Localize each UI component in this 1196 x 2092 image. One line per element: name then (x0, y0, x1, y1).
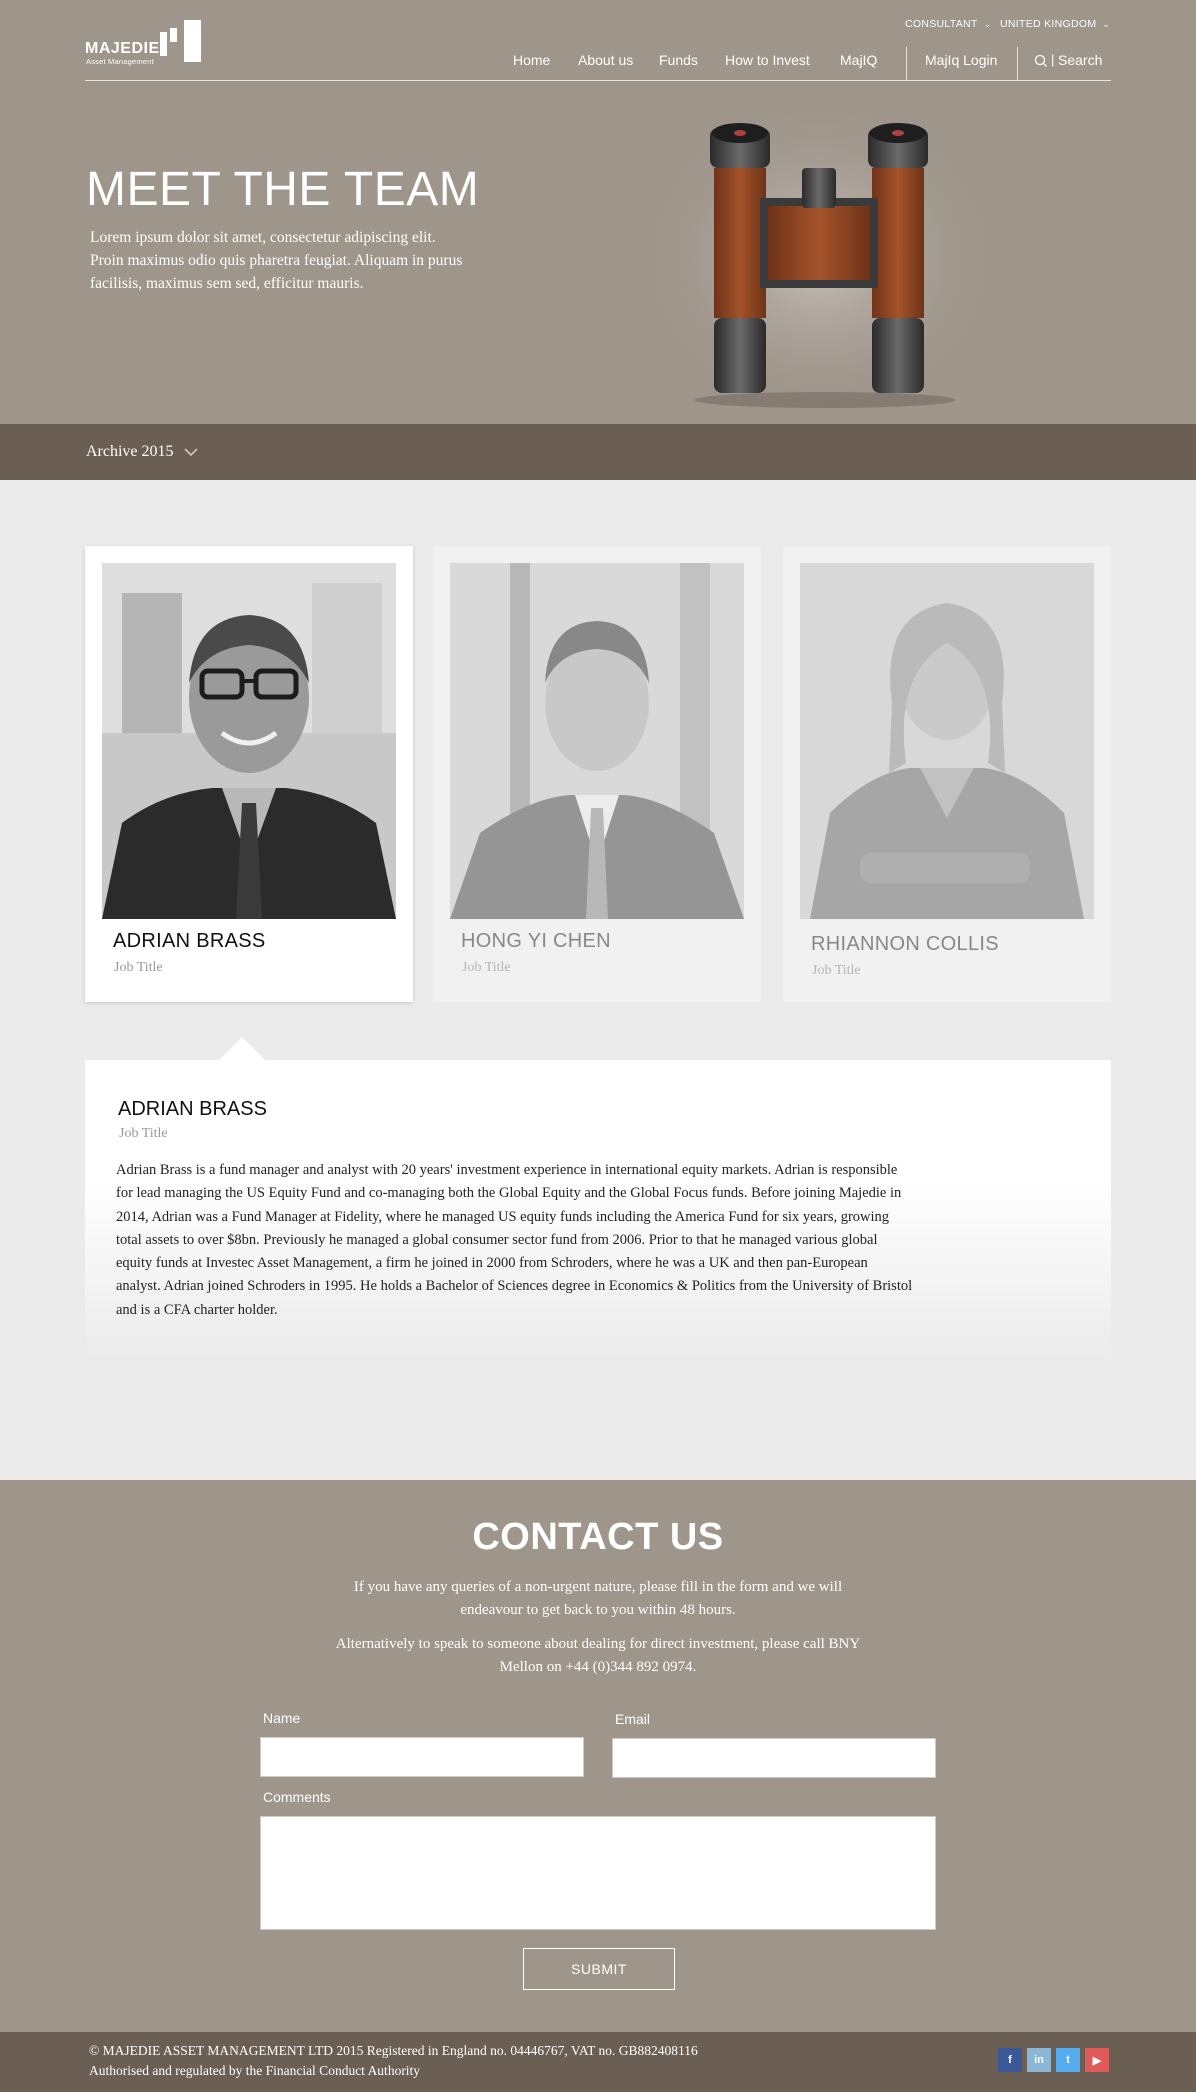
nav-about-us[interactable]: About us (578, 52, 633, 68)
nav-how-to-invest[interactable]: How to Invest (725, 52, 810, 68)
archive-label: Archive 2015 (86, 443, 174, 460)
team-member-name: HONG YI CHEN (461, 930, 611, 952)
contact-intro: If you have any queries of a non-urgent … (353, 1579, 843, 1618)
page-title: MEET THE TEAM (86, 163, 480, 216)
binoculars-image (650, 108, 990, 408)
chevron-down-icon (183, 447, 198, 456)
team-member-detail: ADRIAN BRASS Job Title Adrian Brass is a… (85, 1060, 1111, 1360)
detail-job-title: Job Title (119, 1126, 168, 1141)
footer-copyright: © MAJEDIE ASSET MANAGEMENT LTD 2015 Regi… (89, 2043, 698, 2058)
audience-label: CONSULTANT (905, 18, 978, 30)
detail-name: ADRIAN BRASS (118, 1098, 267, 1120)
contact-phone-info: Alternatively to speak to someone about … (335, 1636, 861, 1675)
hero-intro: Lorem ipsum dolor sit amet, consectetur … (90, 229, 463, 292)
comments-label: Comments (263, 1789, 331, 1805)
name-label: Name (263, 1710, 301, 1726)
nav-underline (85, 80, 1111, 81)
logo-wordmark: MAJEDIE (85, 40, 160, 57)
logo-bars-icon (160, 20, 201, 62)
archive-bar: Archive 2015 (0, 424, 1196, 480)
footer-regulation: Authorised and regulated by the Financia… (89, 2063, 421, 2078)
region-label: UNITED KINGDOM (1000, 18, 1097, 30)
team-card-hong-yi-chen[interactable]: HONG YI CHEN Job Title (433, 546, 761, 1002)
nav-home[interactable]: Home (513, 52, 550, 68)
team-member-name: RHIANNON COLLIS (811, 933, 999, 955)
login-link[interactable]: MajIq Login (925, 52, 997, 68)
contact-title: CONTACT US (472, 1516, 724, 1558)
youtube-icon[interactable]: ▶ (1085, 2048, 1109, 2072)
team-card-rhiannon-collis[interactable]: RHIANNON COLLIS Job Title (783, 546, 1111, 1002)
team-member-photo (450, 563, 744, 919)
contact-section: CONTACT US If you have any queries of a … (0, 1480, 1196, 2032)
email-label: Email (615, 1711, 651, 1727)
logo-subtitle: Asset Management (86, 57, 154, 66)
team-member-job-title: Job Title (812, 963, 861, 978)
archive-dropdown[interactable]: Archive 2015 (86, 443, 198, 461)
chevron-down-icon: ⌄ (1102, 18, 1111, 29)
search-link[interactable]: Search (1058, 52, 1102, 68)
chevron-down-icon: ⌄ (983, 18, 992, 29)
team-member-job-title: Job Title (114, 960, 163, 975)
hero-section: MAJEDIE Asset Management CONSULTANT ⌄ UN… (0, 0, 1196, 424)
name-input[interactable] (260, 1737, 584, 1777)
team-card-adrian-brass[interactable]: ADRIAN BRASS Job Title (85, 546, 413, 1002)
twitter-icon[interactable]: t (1056, 2048, 1080, 2072)
nav-divider (906, 47, 907, 81)
linkedin-icon[interactable]: in (1027, 2048, 1051, 2072)
search-divider: | (1051, 52, 1055, 67)
comments-textarea[interactable] (260, 1816, 936, 1930)
team-member-photo (102, 563, 396, 919)
team-section: ADRIAN BRASS Job Title HONG YI CHEN Job … (0, 480, 1196, 1480)
audience-selector[interactable]: CONSULTANT ⌄ (905, 18, 991, 30)
detail-bio: Adrian Brass is a fund manager and analy… (116, 1162, 913, 1318)
email-input[interactable] (612, 1738, 936, 1778)
search-icon[interactable] (1034, 54, 1048, 68)
footer: © MAJEDIE ASSET MANAGEMENT LTD 2015 Regi… (0, 2032, 1196, 2092)
detail-pointer (218, 1037, 266, 1061)
region-selector[interactable]: UNITED KINGDOM ⌄ (1000, 18, 1110, 30)
submit-button[interactable]: SUBMIT (523, 1948, 675, 1990)
majedie-logo[interactable]: MAJEDIE Asset Management (85, 20, 215, 66)
team-member-name: ADRIAN BRASS (113, 930, 266, 952)
nav-divider (1017, 47, 1018, 81)
facebook-icon[interactable]: f (998, 2048, 1022, 2072)
nav-funds[interactable]: Funds (659, 52, 698, 68)
nav-majiq[interactable]: MajIQ (840, 52, 877, 68)
team-member-job-title: Job Title (462, 960, 511, 975)
team-member-photo (800, 563, 1094, 919)
footer-legal: © MAJEDIE ASSET MANAGEMENT LTD 2015 Regi… (89, 2041, 698, 2081)
